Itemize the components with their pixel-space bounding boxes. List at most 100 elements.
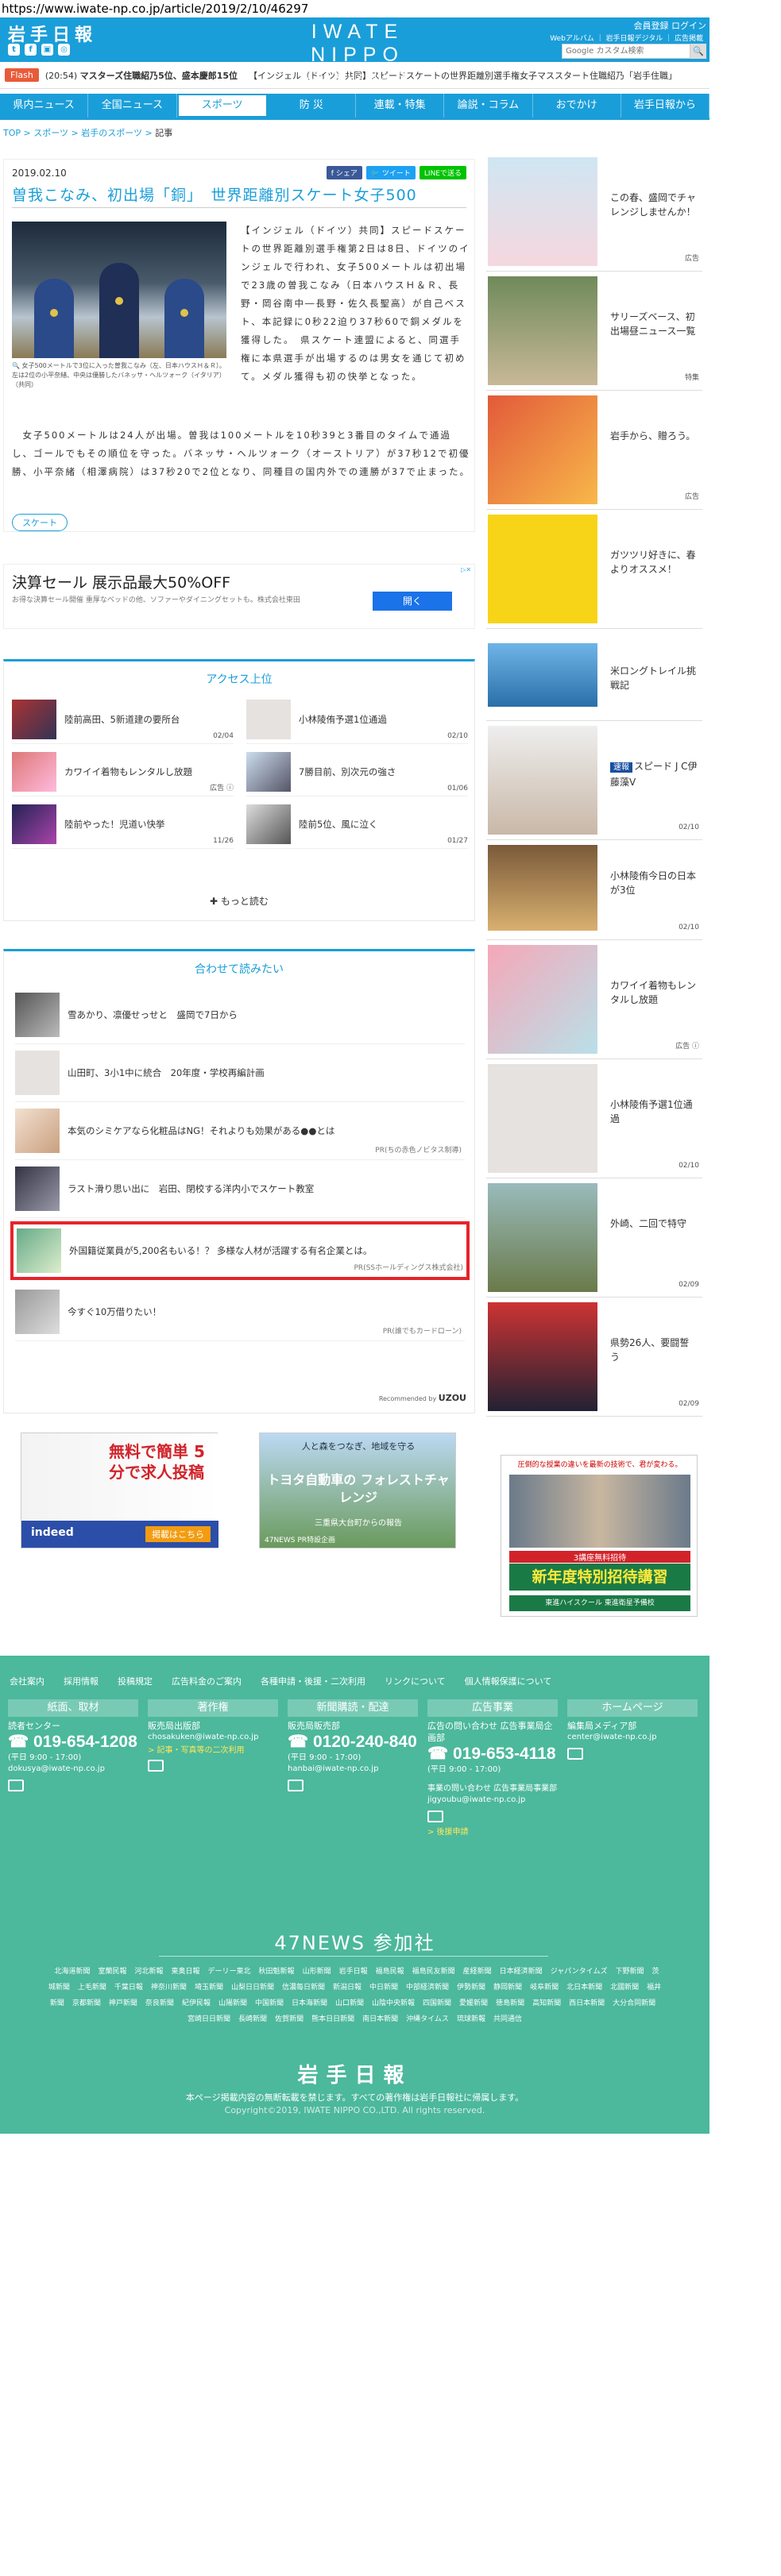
list-item[interactable]: 陸前5位、風に泣く 01/27 [246,804,468,849]
member-paper-link[interactable]: デーリー東北 [208,1968,251,1976]
sidebar-item[interactable]: 米ロングトレイル挑戦記 [486,629,702,721]
sidebar-item[interactable]: カワイイ着物もレンタルし放題 広告 ⓘ [486,940,702,1059]
member-paper-link[interactable]: 西日本新聞 [569,1999,605,2007]
list-item[interactable]: ラスト滑り思い出に 岩田、閉校する洋内小でスケート教室 [15,1160,465,1218]
member-paper-link[interactable]: 千葉日報 [114,1984,143,1992]
mail-icon[interactable] [567,1748,583,1760]
member-paper-link[interactable]: 京都新聞 [72,1999,101,2007]
member-paper-link[interactable]: 河北新報 [135,1968,164,1976]
phone-number[interactable]: ☎ 019-653-4118 [427,1744,558,1764]
list-item[interactable]: 7勝目前、別次元の強さ 01/06 [246,752,468,796]
contact-email[interactable]: hanbai@iwate-np.co.jp [288,1764,418,1775]
member-paper-link[interactable]: 日本海新聞 [292,1999,327,2007]
sidebar-item[interactable]: 小林陵侑予選1位通過 02/10 [486,1059,702,1178]
mail-icon[interactable] [8,1780,24,1791]
twitter-icon[interactable]: t [8,44,20,56]
nav-odekake[interactable]: おでかけ [533,94,621,118]
phone-number[interactable]: ☎ 0120-240-840 [288,1732,418,1753]
nav-rensai[interactable]: 連載・特集 [356,94,445,118]
member-paper-link[interactable]: 北日本新聞 [566,1984,602,1992]
nav-nippo[interactable]: 岩手日報から [621,94,709,118]
toshin-ad[interactable]: 圧倒的な授業の違いを最新の技術で、君が変わる。 3講座無料招待 新年度特別招待講… [501,1455,698,1617]
member-paper-link[interactable]: 室蘭民報 [98,1968,126,1976]
facebook-icon[interactable]: f [25,44,37,56]
breadcrumb-top[interactable]: TOP [3,128,21,138]
footer-link[interactable]: リンクについて [385,1675,446,1687]
footer-logo[interactable]: 岩手日報 [0,2059,709,2088]
member-paper-link[interactable]: 下野新聞 [615,1968,644,1976]
footer-link[interactable]: 会社案内 [10,1675,44,1687]
recommend-credit[interactable]: Recommended by UZOU [379,1393,466,1403]
nav-ronsetsu[interactable]: 論説・コラム [444,94,533,118]
member-paper-link[interactable]: 静岡新聞 [493,1984,522,1992]
breadcrumb-iwate[interactable]: 岩手のスポーツ [81,128,142,138]
member-paper-link[interactable]: 愛媛新聞 [459,1999,488,2007]
footer-link[interactable]: 個人情報保護について [465,1675,552,1687]
site-logo[interactable]: 岩手日報 [8,21,97,46]
nav-sports[interactable]: スポーツ [176,94,268,118]
member-paper-link[interactable]: 山梨日日新聞 [231,1984,274,1992]
member-paper-link[interactable]: 東奥日報 [172,1968,200,1976]
member-paper-link[interactable]: 奈良新聞 [145,1999,174,2007]
url-bar[interactable]: https://www.iwate-np.co.jp/article/2019/… [0,0,781,17]
member-paper-link[interactable]: 四国新聞 [423,1999,451,2007]
member-paper-link[interactable]: 山形新聞 [303,1968,331,1976]
brand-name[interactable]: IWATE NIPPO [278,21,437,67]
list-item-highlighted[interactable]: 外国籍従業員が5,200名もいる！？ 多様な人材が活躍する有名企業とは。 PR(S… [10,1221,470,1280]
member-paper-link[interactable]: 伊勢新聞 [457,1984,485,1992]
tag-skate[interactable]: スケート [12,514,68,531]
member-paper-link[interactable]: 山口新聞 [335,1999,364,2007]
contact-email[interactable]: chosakuken@iwate-np.co.jp [148,1732,278,1743]
member-paper-link[interactable]: 琉球新報 [457,2015,485,2023]
list-item[interactable]: 山田町、3小1中に統合 20年度・学校再編計画 [15,1044,465,1102]
member-paper-link[interactable]: 高知新聞 [532,1999,561,2007]
sidebar-item[interactable]: 県勢26人、要闘誓う 02/09 [486,1298,702,1417]
member-paper-link[interactable]: 埼玉新聞 [195,1984,223,1992]
list-item[interactable]: 陸前やった！児道い快挙 11/26 [12,804,234,849]
contact-email[interactable]: 事業の問い合わせ 広告事業局事業部 jigyoubu@iwate-np.co.j… [427,1784,558,1806]
member-paper-link[interactable]: 神戸新聞 [109,1999,137,2007]
member-paper-link[interactable]: 上毛新聞 [78,1984,106,1992]
member-paper-link[interactable]: 共同通信 [493,2015,522,2023]
list-item[interactable]: 陸前高田、5新道建の要所台 02/04 [12,700,234,744]
contact-email[interactable]: dokusya@iwate-np.co.jp [8,1764,138,1775]
nav-zenkoku[interactable]: 全国ニュース [88,94,177,118]
rss-icon[interactable]: ▣ [41,44,53,56]
contact-extra-link[interactable]: > 記事・写真等の二次利用 [148,1743,278,1755]
list-item[interactable]: 今すぐ10万借りたい！ PR(誰でもカードローン) [15,1283,465,1341]
member-paper-link[interactable]: 秋田魁新報 [259,1968,295,1976]
mail-icon[interactable] [288,1780,304,1791]
ad-title[interactable]: 決算セール 展示品最大50%OFF [12,571,466,592]
member-paper-link[interactable]: 南日本新聞 [362,2015,398,2023]
member-paper-link[interactable]: 産経新聞 [463,1968,492,1976]
footer-link[interactable]: 採用情報 [64,1675,99,1687]
sidebar-item[interactable]: この春、盛岡でチャレンジしませんか！ 広告 [486,152,702,272]
list-item[interactable]: 本気のシミケアなら化粧品はNG！それよりも効果がある●●とは PR(ちの赤色ノビタ… [15,1102,465,1160]
member-paper-link[interactable]: 山陽新聞 [218,1999,247,2007]
member-paper-link[interactable]: 岐阜新聞 [530,1984,559,1992]
text-ad[interactable]: 決算セール 展示品最大50%OFF お得な決算セール開催 重厚なベッドの他、ソフ… [3,564,475,629]
member-paper-link[interactable]: 北國新聞 [610,1984,639,1992]
member-paper-link[interactable]: 福島民報 [376,1968,404,1976]
indeed-ad[interactable]: 無料で簡単 5分で求人投稿 indeed 掲載はこちら [21,1433,218,1548]
member-paper-link[interactable]: ジャパンタイムズ [551,1968,608,1976]
article-photo[interactable] [12,222,226,358]
footer-link[interactable]: 広告料金のご案内 [172,1675,242,1687]
member-paper-link[interactable]: 信濃毎日新聞 [282,1984,325,1992]
member-paper-link[interactable]: 中国新聞 [255,1999,284,2007]
member-paper-link[interactable]: 沖縄タイムス [406,2015,449,2023]
contact-email[interactable]: center@iwate-np.co.jp [567,1732,698,1743]
member-paper-link[interactable]: 大分合同新聞 [613,1999,655,2007]
more-button[interactable]: ✚ もっと読む [4,894,474,908]
sidebar-item[interactable]: 小林陵侑今日の日本が3位 02/10 [486,840,702,940]
member-paper-link[interactable]: 北海道新聞 [54,1968,90,1976]
member-paper-link[interactable]: 徳島新聞 [496,1999,524,2007]
list-item[interactable]: カワイイ着物もレンタルし放題 広告 ⓘ [12,752,234,796]
member-paper-link[interactable]: 中日新聞 [369,1984,398,1992]
member-paper-link[interactable]: 熊本日日新聞 [311,2015,354,2023]
sub-links[interactable]: Webアルバム ｜ 岩手日報デジタル ｜ 広告掲載 [550,33,703,43]
sidebar-item[interactable]: 速報 スピード J C伊藤藻V 02/10 [486,721,702,840]
member-paper-link[interactable]: 神奈川新聞 [151,1984,187,1992]
member-paper-link[interactable]: 宮崎日日新聞 [188,2015,230,2023]
member-paper-link[interactable]: 紀伊民報 [182,1999,211,2007]
